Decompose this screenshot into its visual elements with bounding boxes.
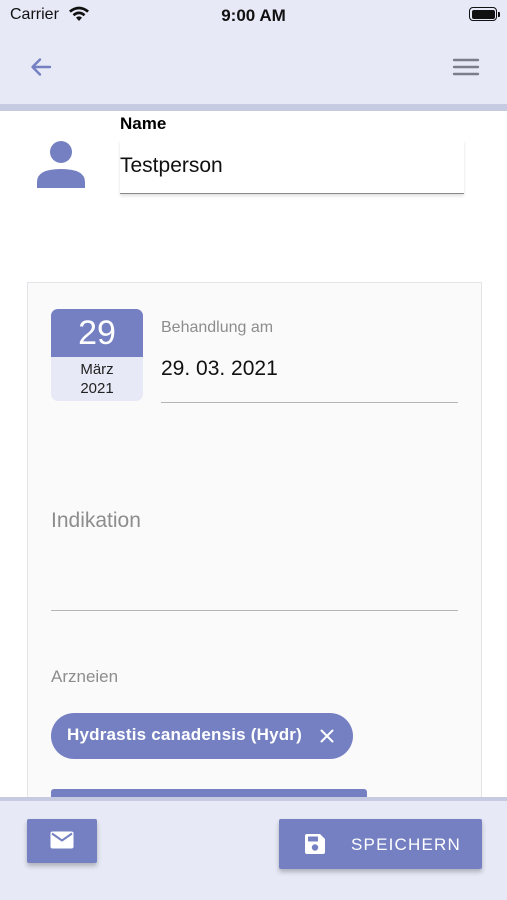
date-year: 2021 bbox=[80, 380, 114, 397]
person-icon bbox=[37, 141, 85, 188]
remedy-chip-label: Hydrastis canadensis (Hydr) bbox=[67, 725, 302, 744]
hamburger-menu-icon[interactable] bbox=[451, 52, 481, 82]
close-icon[interactable] bbox=[319, 728, 335, 744]
name-field[interactable]: Testperson bbox=[120, 140, 464, 194]
indication-field[interactable]: Indikation bbox=[51, 495, 458, 611]
treatment-date-field[interactable]: 29. 03. 2021 bbox=[161, 341, 458, 403]
treatment-date-label: Behandlung am bbox=[161, 319, 274, 336]
arrow-left-icon[interactable] bbox=[26, 52, 56, 82]
remedy-chip[interactable]: Hydrastis canadensis (Hydr) bbox=[51, 713, 353, 759]
date-month: März bbox=[80, 361, 114, 378]
battery-icon bbox=[469, 7, 500, 21]
treatment-card: 29 März 2021 Behandlung am 29. 03. 2021 … bbox=[27, 282, 482, 842]
save-icon bbox=[305, 834, 325, 854]
status-bar: Carrier 9:00 AM bbox=[0, 0, 507, 30]
battery-level-fill bbox=[471, 9, 495, 19]
clock: 9:00 AM bbox=[221, 6, 286, 25]
mail-icon bbox=[50, 831, 74, 849]
mail-button[interactable] bbox=[27, 819, 97, 863]
remedies-label: Arzneien bbox=[51, 667, 119, 686]
name-value: Testperson bbox=[120, 154, 223, 177]
app-bar bbox=[0, 30, 507, 104]
name-label: Name bbox=[120, 114, 167, 133]
indication-placeholder: Indikation bbox=[51, 509, 141, 532]
date-badge[interactable]: 29 März 2021 bbox=[51, 309, 143, 401]
app-bar-divider bbox=[0, 104, 507, 111]
save-button-label: SPEICHERN bbox=[351, 835, 461, 854]
date-day: 29 bbox=[51, 309, 143, 357]
treatment-date-value: 29. 03. 2021 bbox=[161, 357, 278, 380]
bottom-bar: SPEICHERN bbox=[0, 797, 507, 900]
save-button[interactable]: SPEICHERN bbox=[279, 819, 482, 869]
